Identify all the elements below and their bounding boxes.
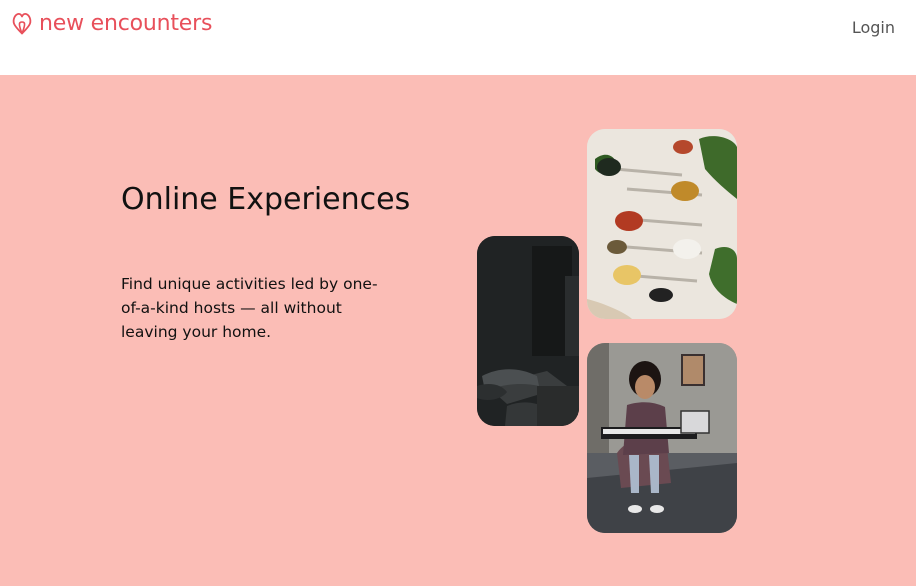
spices-photo <box>587 129 737 319</box>
top-navigation-bar: new encounters Login <box>0 0 916 75</box>
keyboard-player-photo <box>587 343 737 533</box>
page-title: Online Experiences <box>121 182 411 217</box>
login-link[interactable]: Login <box>852 17 895 39</box>
airbnb-belo-icon <box>12 12 32 35</box>
hero-description: Find unique activities led by one-of-a-k… <box>121 275 378 341</box>
music-studio-photo <box>477 236 579 426</box>
hero-section: Online Experiences Find unique activitie… <box>0 75 916 586</box>
brand-logo-link[interactable]: new encounters <box>11 10 212 38</box>
brand-name: new encounters <box>39 11 213 36</box>
